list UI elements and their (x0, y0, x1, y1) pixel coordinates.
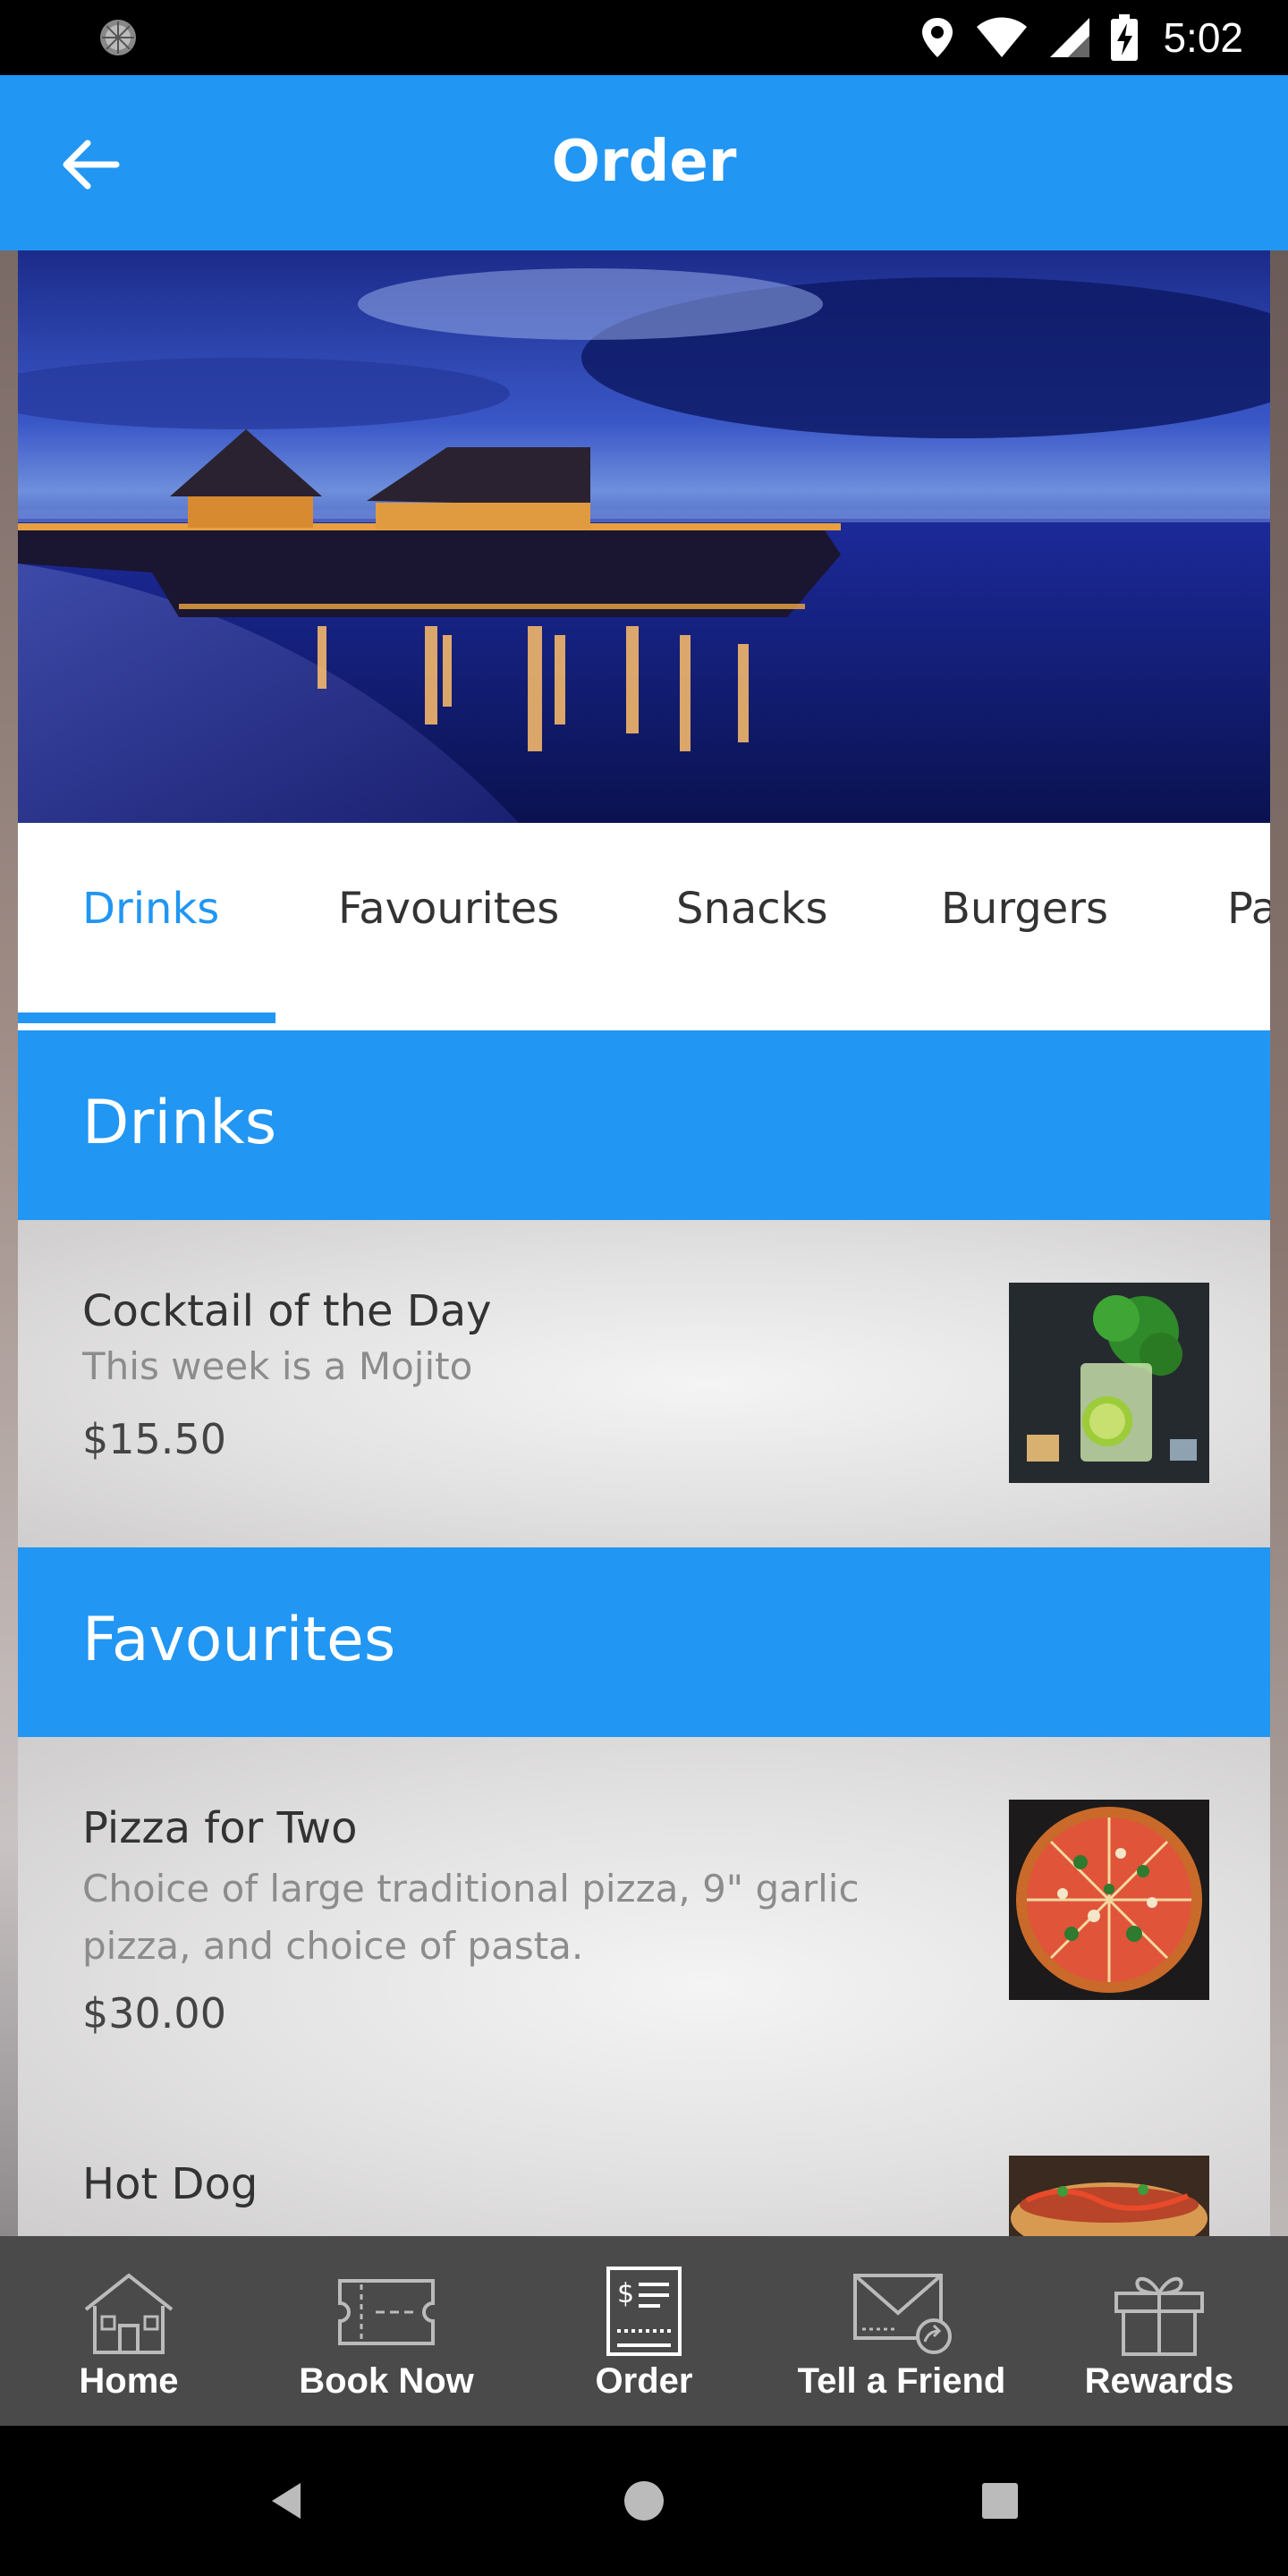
background-strip-left (0, 250, 18, 2236)
nav-item-order[interactable]: $ Order (515, 2236, 773, 2426)
item-name: Hot Dog (82, 2159, 258, 2209)
item-description: Choice of large traditional pizza, 9" ga… (82, 1867, 860, 1968)
recents-square-icon[interactable] (971, 2472, 1029, 2529)
tab-burgers[interactable]: Burgers (941, 884, 1108, 934)
menu-item[interactable]: Pizza for Two Choice of large traditiona… (18, 1737, 1270, 2113)
cell-signal-icon (1050, 18, 1090, 57)
gift-icon (1114, 2276, 1204, 2356)
tab-snacks[interactable]: Snacks (676, 884, 828, 934)
nav-label: Rewards (1084, 2361, 1234, 2401)
hot-dog-photo (1009, 2156, 1209, 2236)
wifi-icon (977, 17, 1028, 57)
background-strip-right (1270, 250, 1288, 2236)
nav-item-book-now[interactable]: Book Now (258, 2236, 515, 2426)
nav-label: Home (79, 2361, 179, 2401)
section-items-drinks: Cocktail of the Day This week is a Mojit… (18, 1220, 1270, 1547)
section-header-drinks: Drinks (18, 1030, 1270, 1220)
battery-charging-icon (1111, 14, 1139, 61)
section-title: Drinks (82, 1088, 277, 1158)
status-time: 5:02 (1163, 14, 1243, 61)
home-circle-icon[interactable] (615, 2472, 673, 2529)
system-navigation-bar (0, 2426, 1288, 2576)
nav-item-home[interactable]: Home (0, 2236, 258, 2426)
status-bar: 5:02 (0, 0, 1288, 75)
tab-favourites[interactable]: Favourites (338, 884, 559, 934)
section-items-favourites: Pizza for Two Choice of large traditiona… (18, 1737, 1270, 2236)
tab-indicator (18, 1013, 275, 1023)
item-name: Pizza for Two (82, 1803, 358, 1853)
mojito-photo (1009, 1283, 1209, 1483)
ticket-icon (338, 2279, 435, 2345)
bottom-navigation: Home Book Now $ Order Tell a Friend Rewa… (0, 2236, 1288, 2426)
nav-label: Order (595, 2361, 693, 2401)
nav-item-tell-a-friend[interactable]: Tell a Friend (773, 2236, 1030, 2426)
receipt-icon: $ (606, 2267, 682, 2356)
category-tabs: Drinks Favourites Snacks Burgers Pa (18, 823, 1270, 1030)
resort-pier-night-photo (18, 268, 1270, 823)
page-title: Order (551, 129, 737, 195)
hero-image (18, 250, 1270, 823)
location-icon (922, 18, 953, 57)
section-title: Favourites (82, 1605, 396, 1675)
house-icon (84, 2273, 174, 2354)
tab-drinks[interactable]: Drinks (82, 884, 219, 934)
sync-icon (100, 20, 136, 55)
section-header-favourites: Favourites (18, 1547, 1270, 1737)
item-description: This week is a Mojito (82, 1344, 473, 1388)
nav-label: Tell a Friend (797, 2361, 1006, 2401)
app-bar: Order (0, 75, 1288, 250)
svg-text:$: $ (617, 2278, 634, 2309)
menu-item[interactable]: Cocktail of the Day This week is a Mojit… (18, 1220, 1270, 1547)
nav-item-rewards[interactable]: Rewards (1030, 2236, 1288, 2426)
menu-item[interactable]: Hot Dog (18, 2113, 1270, 2236)
tab-partial[interactable]: Pa (1227, 884, 1270, 934)
envelope-share-icon (853, 2274, 952, 2354)
item-price: $30.00 (82, 1989, 226, 2038)
item-price: $15.50 (82, 1415, 226, 1463)
nav-label: Book Now (299, 2361, 474, 2401)
pizza-photo (1009, 1800, 1209, 2000)
back-triangle-icon[interactable] (259, 2472, 317, 2529)
item-name: Cocktail of the Day (82, 1286, 492, 1336)
